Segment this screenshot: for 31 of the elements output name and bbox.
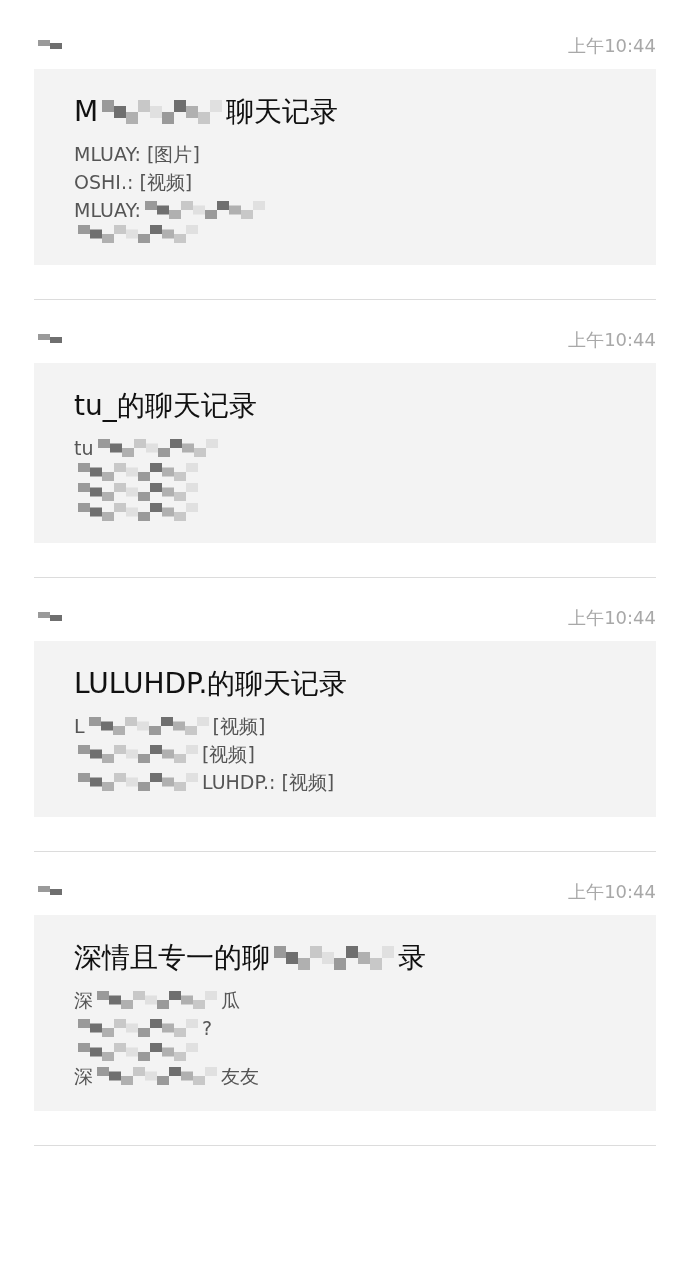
card-title: 深情且专一的聊 xyxy=(74,940,270,976)
chat-record-card[interactable]: LULUHDP.的聊天记录 L [视频] [视频] LUHDP.: [视频] xyxy=(34,641,656,817)
card-title: LULUHDP.的聊天记录 xyxy=(74,666,348,702)
mosaic-block xyxy=(38,611,62,624)
record-line: MLUAY: [图片] xyxy=(74,142,200,167)
record-line: OSHI.: [视频] xyxy=(74,170,193,195)
record-line: [视频] xyxy=(202,742,255,767)
card-title: M xyxy=(74,94,99,130)
record-line: ? xyxy=(202,1016,213,1041)
chat-record-card[interactable]: tu_的聊天记录 tu xyxy=(34,363,656,543)
record-line: 友友 xyxy=(221,1064,259,1089)
chat-record-card[interactable]: 深情且专一的聊 录 深 瓜 ? 深 友友 xyxy=(34,915,656,1111)
record-line: 瓜 xyxy=(221,988,240,1013)
record-line: 深 xyxy=(74,1064,93,1089)
message-time: 上午10:44 xyxy=(568,34,656,58)
card-title: 聊天记录 xyxy=(226,94,339,130)
message-time: 上午10:44 xyxy=(568,880,656,904)
record-line: MLUAY: xyxy=(74,198,141,223)
card-title: 录 xyxy=(398,940,426,976)
message-time: 上午10:44 xyxy=(568,606,656,630)
record-line: 深 xyxy=(74,988,93,1013)
chat-record-card[interactable]: M 聊天记录 MLUAY: [图片] OSHI.: [视频] MLUAY: xyxy=(34,69,656,265)
record-line: L xyxy=(74,714,85,739)
mosaic-block xyxy=(38,333,62,346)
record-line: [视频] xyxy=(212,714,266,739)
message-time: 上午10:44 xyxy=(568,328,656,352)
record-line: LUHDP.: [视频] xyxy=(202,770,335,795)
mosaic-block xyxy=(38,39,62,52)
mosaic-block xyxy=(38,885,62,898)
record-line: tu xyxy=(74,436,94,461)
card-title: tu_的聊天记录 xyxy=(74,388,257,424)
